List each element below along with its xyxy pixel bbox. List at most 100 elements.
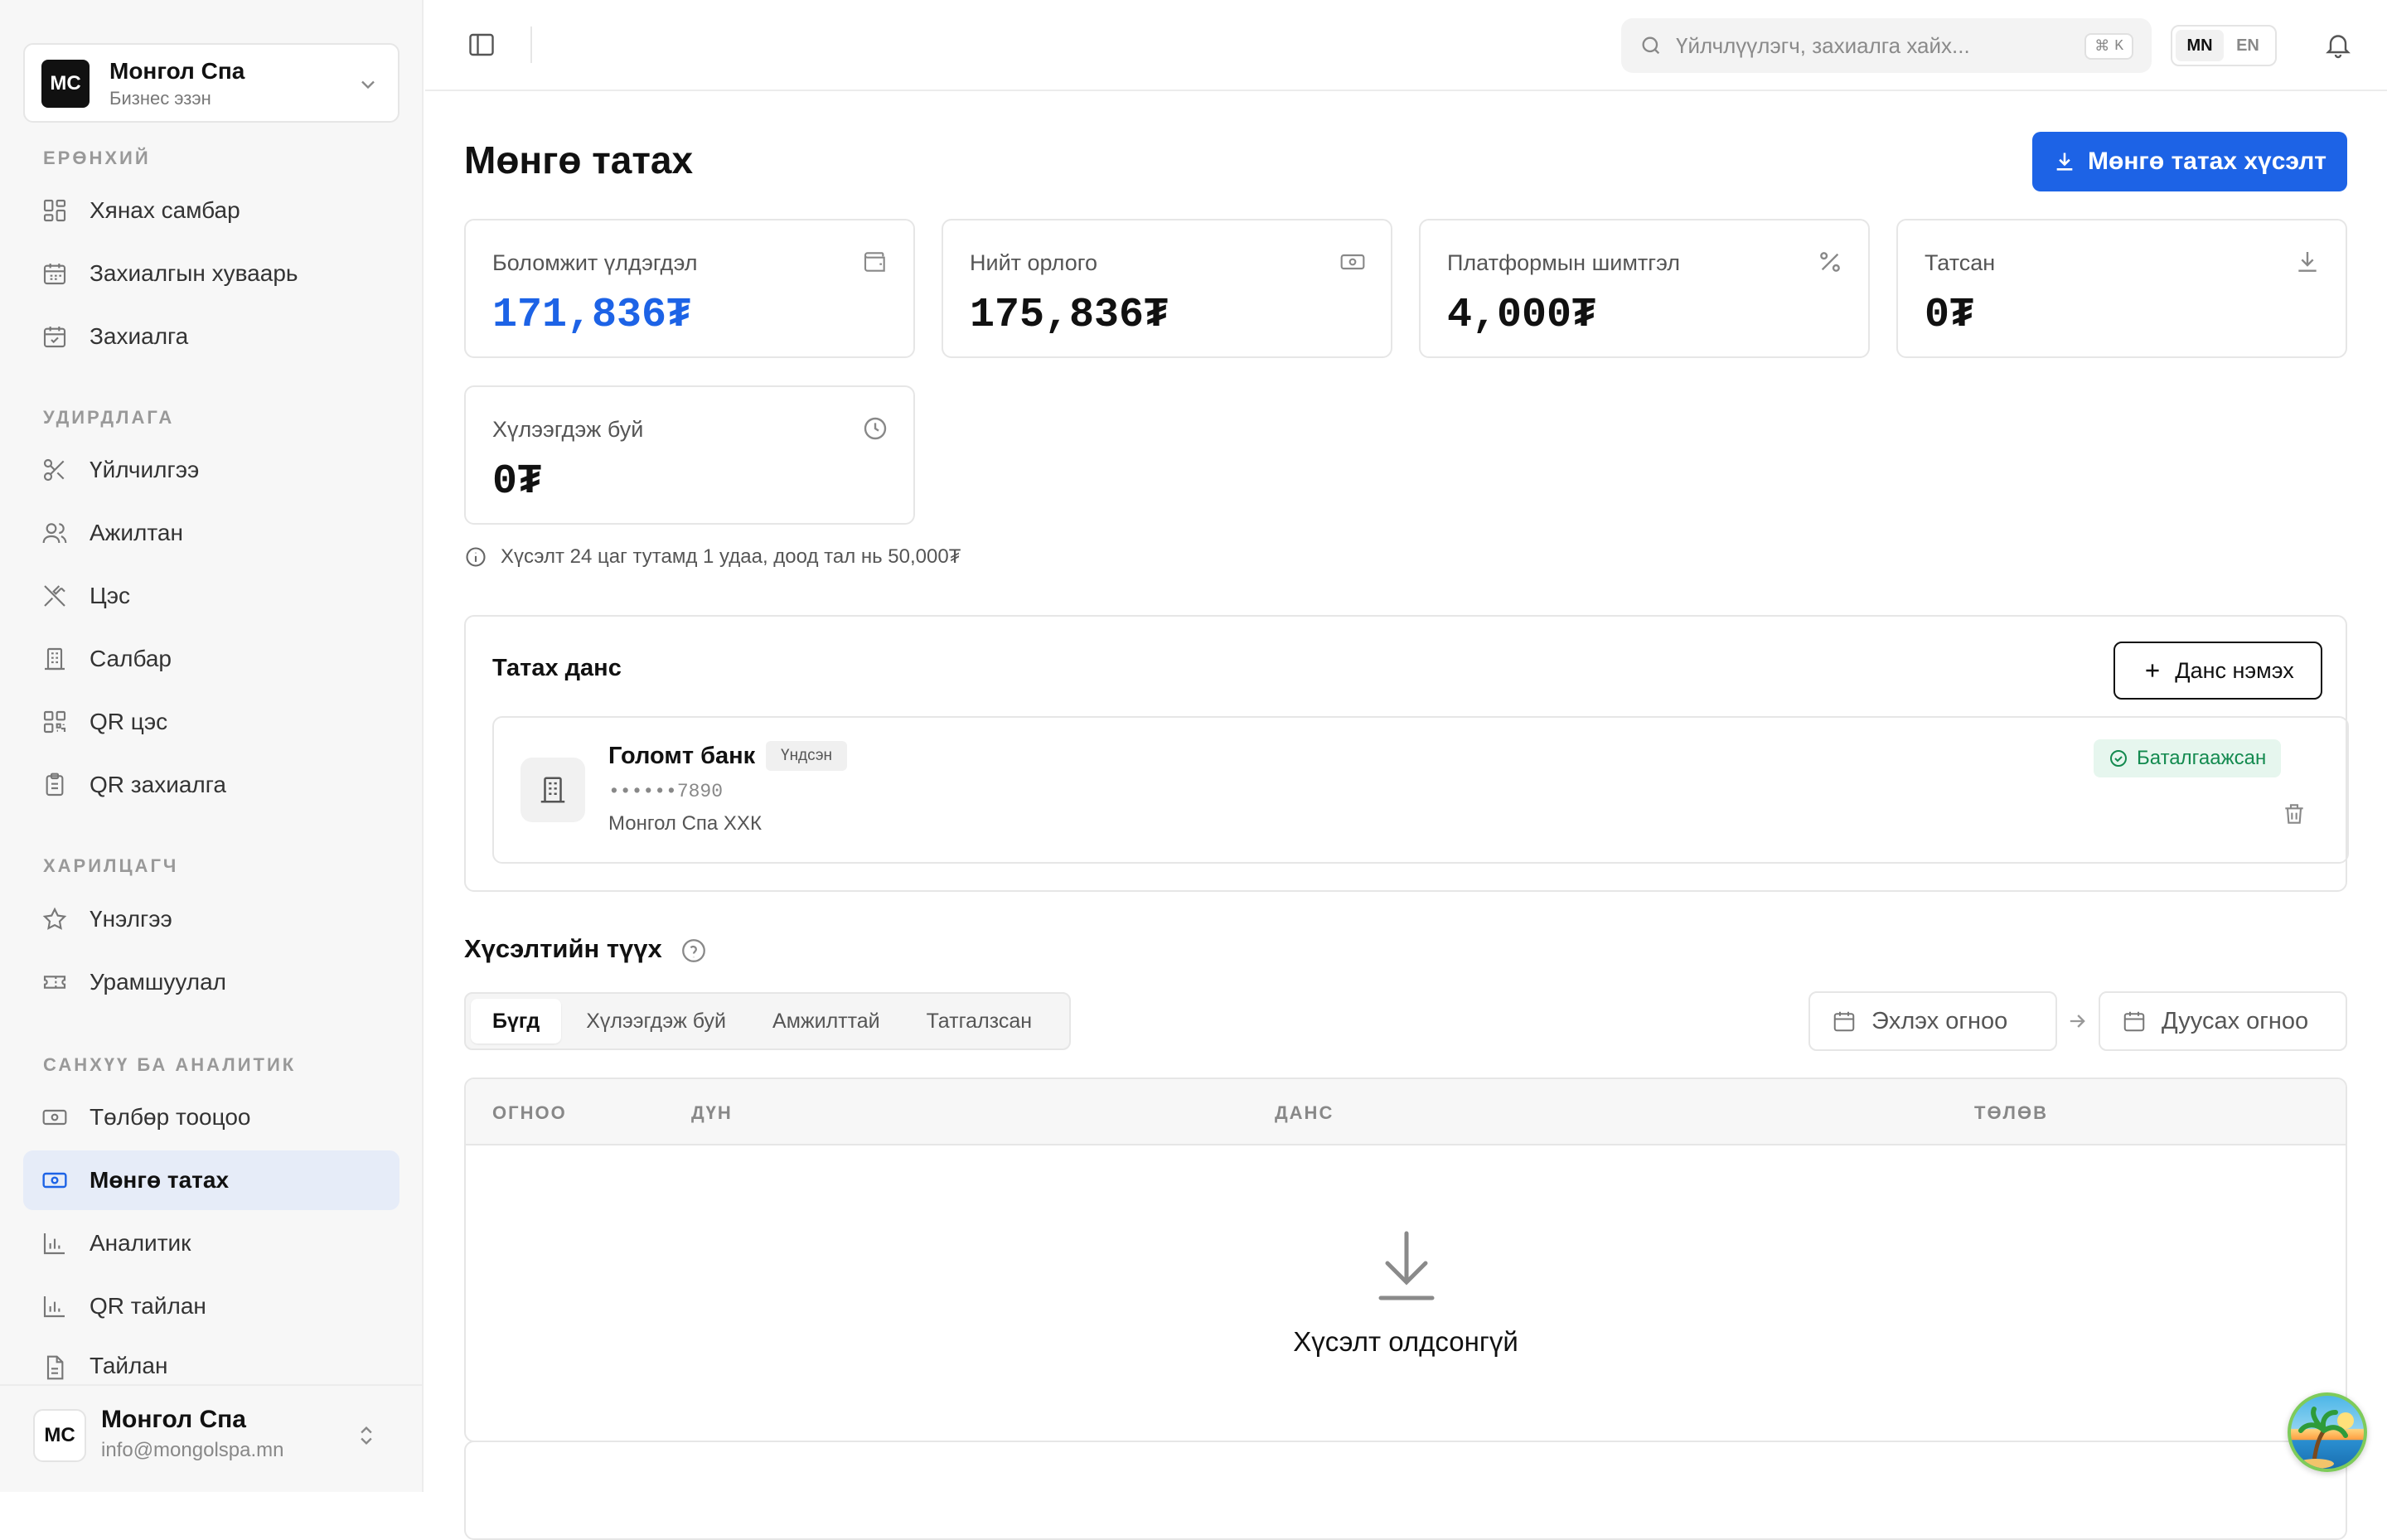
clipboard-icon xyxy=(46,772,64,797)
sidebar-item-withdraw[interactable]: Мөнгө татах xyxy=(23,1150,399,1210)
sidebar-item-qr-menu[interactable]: QR цэс xyxy=(23,692,399,752)
bar-chart-icon xyxy=(43,1296,65,1318)
sidebar-item-label: Захиалга xyxy=(90,323,189,349)
tab-success[interactable]: Амжилттай xyxy=(751,999,902,1044)
sidebar-item-label: Урамшуулал xyxy=(90,969,227,995)
users-icon xyxy=(42,523,67,544)
tab-pending[interactable]: Хүлээгдэж буй xyxy=(564,999,748,1044)
withdraw-request-button[interactable]: Мөнгө татах хүсэлт xyxy=(2032,132,2347,191)
info-text: Хүсэлт 24 цаг тутамд 1 удаа, доод тал нь… xyxy=(501,545,961,568)
stat-card-total-income: Нийт орлого 175,836₮ xyxy=(942,219,1392,358)
sidebar-item-promotions[interactable]: Урамшуулал xyxy=(23,952,399,1012)
download-icon xyxy=(1378,1231,1435,1300)
sidebar-item-analytics[interactable]: Аналитик xyxy=(23,1213,399,1273)
avatar: MC xyxy=(33,1409,86,1462)
sidebar-item-report[interactable]: Тайлан xyxy=(23,1338,399,1391)
sidebar-item-reviews[interactable]: Үнэлгээ xyxy=(23,889,399,949)
tab-all[interactable]: Бүгд xyxy=(471,999,562,1044)
empty-state-text: Хүсэлт олдсонгүй xyxy=(1293,1326,1518,1357)
sidebar-item-label: Аналитик xyxy=(90,1230,191,1256)
calendar-icon xyxy=(1833,1011,1855,1032)
assistant-launcher[interactable] xyxy=(2288,1392,2367,1472)
section-label-management: УДИРДЛАГА xyxy=(43,407,175,428)
history-tabs: Бүгд Хүлээгдэж буй Амжилттай Татгалзсан xyxy=(464,992,1071,1050)
calendar-check-icon xyxy=(43,327,66,348)
bell-icon[interactable] xyxy=(2323,30,2353,60)
dashboard-icon xyxy=(43,199,66,222)
star-icon xyxy=(42,907,67,930)
primary-badge: Үндсэн xyxy=(766,741,848,771)
table-header: ОГНОО ДҮН ДАНС ТӨЛӨВ xyxy=(466,1079,2346,1145)
trash-icon[interactable] xyxy=(2281,801,2307,827)
help-icon[interactable] xyxy=(680,937,708,965)
user-menu[interactable]: MC Монгол Спа info@mongolspa.mn xyxy=(0,1384,424,1492)
bank-name: Голомт банк xyxy=(608,743,756,769)
sidebar-item-qr-orders[interactable]: QR захиалга xyxy=(23,755,399,815)
sidebar-item-staff[interactable]: Ажилтан xyxy=(23,503,399,563)
business-role: Бизнес эзэн xyxy=(109,88,211,109)
user-email: info@mongolspa.mn xyxy=(101,1439,284,1461)
business-name: Монгол Спа xyxy=(109,58,245,84)
calendar-icon xyxy=(2123,1011,2145,1032)
palm-tree-icon xyxy=(2297,1407,2354,1469)
start-date-placeholder: Эхлэх огноо xyxy=(1871,1007,2008,1034)
stat-card-withdrawn: Татсан 0₮ xyxy=(1896,219,2347,358)
sidebar-item-bookings[interactable]: Захиалга xyxy=(23,307,399,366)
file-icon xyxy=(46,1355,64,1380)
sidebar-item-label: QR тайлан xyxy=(90,1293,206,1319)
banknote-icon xyxy=(42,1172,67,1189)
sidebar-item-label: Үнэлгээ xyxy=(90,906,172,932)
plus-icon xyxy=(2146,664,2159,677)
start-date-picker[interactable]: Эхлэх огноо xyxy=(1808,991,2057,1051)
chevron-down-icon xyxy=(361,80,375,90)
wallet-icon xyxy=(864,252,885,272)
stat-value: 4,000₮ xyxy=(1447,292,1597,339)
section-label-customer: ХАРИЛЦАГЧ xyxy=(43,855,179,876)
history-table: ОГНОО ДҮН ДАНС ТӨЛӨВ Хүсэлт олдсонгүй xyxy=(464,1078,2347,1442)
sidebar-toggle-icon[interactable] xyxy=(467,30,496,60)
building-icon xyxy=(45,647,65,671)
bank-icon-box xyxy=(520,758,585,822)
stat-value: 0₮ xyxy=(1925,292,1975,339)
sidebar-item-schedule[interactable]: Захиалгын хуваарь xyxy=(23,244,399,303)
withdraw-request-label: Мөнгө татах хүсэлт xyxy=(2088,148,2326,175)
sidebar-item-label: Хянах самбар xyxy=(90,197,240,223)
download-icon xyxy=(2298,252,2317,272)
sidebar-item-label: Мөнгө татах xyxy=(90,1167,230,1193)
sidebar-item-label: Тайлан xyxy=(90,1353,168,1378)
sidebar-item-label: Ажилтан xyxy=(90,520,183,545)
ticket-icon xyxy=(43,976,66,989)
sidebar-item-qr-report[interactable]: QR тайлан xyxy=(23,1276,399,1336)
stat-card-platform-fee: Платформын шимтгэл 4,000₮ xyxy=(1419,219,1870,358)
check-circle-icon xyxy=(2110,750,2127,767)
search-box[interactable]: ⌘K xyxy=(1621,18,2152,73)
status-text: Баталгаажсан xyxy=(2137,747,2267,769)
stat-value: 0₮ xyxy=(492,458,543,506)
search-input[interactable] xyxy=(1676,28,2041,63)
sidebar-item-label: Үйлчилгээ xyxy=(90,457,200,482)
shortcut-symbol: ⌘ xyxy=(2094,39,2110,56)
sidebar-item-menu[interactable]: Цэс xyxy=(23,566,399,626)
lang-en-button[interactable]: EN xyxy=(2224,30,2272,61)
lang-mn-button[interactable]: MN xyxy=(2176,30,2224,61)
user-name: Монгол Спа xyxy=(101,1406,246,1433)
end-date-picker[interactable]: Дуусах огноо xyxy=(2099,991,2347,1051)
sidebar-item-dashboard[interactable]: Хянах самбар xyxy=(23,181,399,240)
clock-icon xyxy=(864,417,887,440)
divider xyxy=(530,27,532,63)
business-switcher[interactable]: MC Монгол Спа Бизнес эзэн xyxy=(23,43,399,123)
sidebar-item-payments[interactable]: Төлбөр тооцоо xyxy=(23,1087,399,1147)
calendar-icon xyxy=(43,264,66,285)
download-icon xyxy=(2056,153,2073,171)
sidebar-item-label: Төлбөр тооцоо xyxy=(90,1104,251,1130)
sidebar-item-services[interactable]: Үйлчилгээ xyxy=(23,440,399,500)
sidebar-item-branches[interactable]: Салбар xyxy=(23,629,399,689)
tab-rejected[interactable]: Татгалзсан xyxy=(905,999,1053,1044)
business-avatar: MC xyxy=(41,60,90,108)
stat-label: Нийт орлого xyxy=(970,250,1097,275)
chevrons-up-down-icon xyxy=(361,1426,372,1445)
withdraw-accounts-card: Татах данс Данс нэмэх Голомт банк Үндсэн… xyxy=(464,615,2349,892)
section-label-general: ЕРӨНХИЙ xyxy=(43,148,151,168)
language-switcher: MN EN xyxy=(2171,25,2277,66)
add-account-button[interactable]: Данс нэмэх xyxy=(2113,642,2322,700)
